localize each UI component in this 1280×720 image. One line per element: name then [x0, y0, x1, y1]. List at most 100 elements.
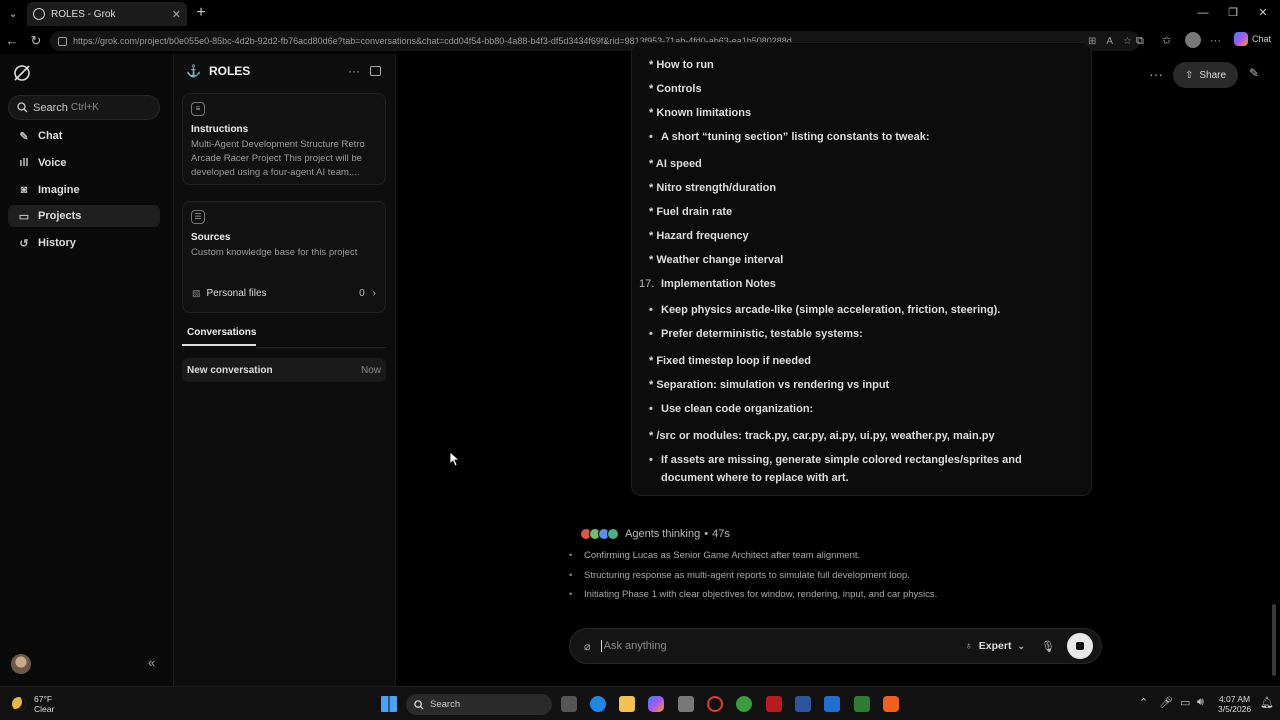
volume-icon[interactable]: 🔊︎ [1197, 696, 1204, 709]
message-bullet: • Keep physics arcade-like (simple accele… [649, 304, 1001, 316]
new-tab-button[interactable]: + [192, 4, 210, 22]
minimize-button[interactable]: — [1192, 4, 1214, 22]
search-icon [17, 102, 28, 113]
notifications-icon[interactable]: 🔔︎ [1260, 696, 1274, 709]
chat-main: ··· ⇧ Share ✎ * How to run * Controls * … [397, 42, 1280, 686]
thinking-bullet: Initiating Phase 1 with clear objectives… [569, 589, 937, 600]
maximize-button[interactable]: ❐ [1222, 4, 1244, 22]
microphone-tray-icon[interactable]: 🎤︎ [1159, 696, 1173, 709]
instructions-body: Multi-Agent Development Structure Retro … [191, 139, 365, 178]
conversation-item[interactable]: New conversation Now [182, 358, 386, 382]
user-avatar[interactable] [11, 654, 31, 674]
xbox-icon[interactable] [736, 696, 752, 712]
more-options-icon[interactable]: ··· [1149, 66, 1163, 82]
message-line: * Separation: simulation vs rendering vs… [649, 379, 890, 391]
chat-composer: ⌀ ♁ Expert ⌄ 🎙 [569, 628, 1102, 664]
sidebar-item-imagine[interactable]: ◙ Imagine [8, 179, 160, 201]
sidebar-item-voice[interactable]: ıll Voice [8, 152, 160, 174]
message-line: * Fuel drain rate [649, 206, 733, 218]
tab-conversations[interactable]: Conversations [182, 327, 256, 346]
sidebar: Search Ctrl+K ✎ Chat ıll Voice ◙ Imagine… [0, 54, 174, 686]
chevron-down-icon: ⌄ [1017, 640, 1026, 651]
copilot-app-icon[interactable] [648, 696, 664, 712]
thinking-label: Agents thinking [625, 528, 701, 540]
sliders-icon: ≡ [191, 102, 205, 116]
chat-input[interactable] [600, 640, 965, 652]
agent-avatars [580, 528, 619, 540]
back-button[interactable]: ← [3, 32, 21, 50]
site-info-icon[interactable] [58, 36, 67, 46]
moon-icon [12, 697, 26, 711]
new-chat-icon[interactable]: ✎ [1249, 66, 1259, 80]
assistant-message: * How to run * Controls * Known limitati… [631, 42, 1092, 496]
mail-icon[interactable] [824, 696, 840, 712]
taskbar-search[interactable]: Search [406, 694, 552, 715]
favorites-icon[interactable]: ✩ [1162, 32, 1171, 50]
sidebar-item-label: Projects [38, 210, 82, 222]
favorite-star-icon[interactable]: ☆ [1123, 36, 1132, 47]
tab-list-button[interactable]: ⌄ [4, 5, 22, 23]
edit-icon: ✎ [19, 130, 29, 143]
agents-thinking-header[interactable]: Agents thinking • 47s [580, 528, 730, 540]
scrollbar[interactable] [1272, 604, 1276, 676]
store-icon[interactable] [678, 696, 694, 712]
personal-files-row[interactable]: ▧ Personal files 0 › [182, 281, 386, 305]
collapse-sidebar-icon[interactable]: « [148, 655, 155, 670]
task-view-icon[interactable] [561, 696, 577, 712]
close-tab-icon[interactable]: ✕ [172, 8, 181, 21]
start-button-icon[interactable] [381, 696, 397, 712]
sidebar-item-label: Chat [38, 130, 63, 142]
refresh-button[interactable]: ↻ [27, 32, 45, 50]
sidebar-item-chat[interactable]: ✎ Chat [8, 125, 160, 147]
clock-time: 4:07 AM [1218, 694, 1251, 704]
close-window-button[interactable]: ✕ [1252, 4, 1274, 22]
browser-tab[interactable]: ROLES - Grok ✕ [27, 2, 187, 26]
message-bullet: • Use clean code organization: [649, 403, 814, 415]
message-line: * How to run [649, 59, 714, 71]
sidebar-item-label: Voice [38, 157, 67, 169]
opera-icon[interactable] [707, 696, 723, 712]
attach-icon[interactable]: ⌀ [584, 640, 591, 653]
mouse-cursor-icon [450, 452, 460, 467]
weather-widget[interactable]: 67°F Clear [12, 694, 54, 714]
read-aloud-icon[interactable]: A [1106, 36, 1113, 47]
project-more-icon[interactable]: ··· [348, 64, 360, 78]
edge-browser-icon[interactable] [590, 696, 606, 712]
taskbar-clock[interactable]: 4:07 AM 3/5/2026 [1218, 694, 1251, 714]
waveform-icon: ıll [19, 157, 29, 169]
taskbar: 67°F Clear Search ⌃ 🎤︎ ▭ 🔊︎ 4:07 AM 3/5/… [0, 686, 1280, 720]
sidebar-item-history[interactable]: ↺ History [8, 232, 160, 254]
microphone-icon[interactable]: 🎙 [1041, 640, 1055, 653]
weather-condition: Clear [34, 704, 55, 714]
project-anchor-icon: ⚓ [186, 64, 201, 78]
network-icon[interactable]: ▭ [1180, 696, 1190, 709]
agent-avatar [607, 528, 619, 540]
extensions-icon[interactable]: ⧉ [1136, 32, 1144, 50]
mode-selector[interactable]: ♁ Expert ⌄ [965, 640, 1025, 652]
database-icon: ☰ [191, 210, 205, 224]
grok-logo-icon[interactable] [12, 63, 32, 83]
copilot-icon [1234, 32, 1248, 46]
browser-menu-icon[interactable]: ··· [1210, 32, 1221, 50]
instructions-card[interactable]: ≡ Instructions Multi-Agent Development S… [182, 93, 386, 185]
stop-button[interactable] [1067, 633, 1093, 659]
personal-files-count: 0 [359, 287, 365, 299]
powershell-icon[interactable] [795, 696, 811, 712]
profile-avatar[interactable] [1185, 32, 1201, 50]
brave-browser-icon[interactable] [883, 696, 899, 712]
message-line: * Nitro strength/duration [649, 182, 777, 194]
message-line: * AI speed [649, 158, 702, 170]
red-app-icon[interactable] [766, 696, 782, 712]
message-line: A short “tuning section” listing constan… [661, 131, 930, 143]
search-box[interactable]: Search Ctrl+K [8, 95, 160, 120]
browser-titlebar: ⌄ ROLES - Grok ✕ + — ❐ ✕ [0, 0, 1280, 28]
stop-icon [1076, 642, 1084, 650]
share-button[interactable]: ⇧ Share [1173, 62, 1239, 88]
green-app-icon[interactable] [854, 696, 870, 712]
message-line: * /src or modules: track.py, car.py, ai.… [649, 430, 995, 442]
file-explorer-icon[interactable] [619, 696, 635, 712]
tray-overflow-icon[interactable]: ⌃ [1139, 696, 1148, 709]
copilot-chat-button[interactable]: Chat [1234, 32, 1271, 46]
toggle-panel-icon[interactable] [370, 66, 381, 76]
sidebar-item-projects[interactable]: ▭ Projects [8, 205, 160, 227]
